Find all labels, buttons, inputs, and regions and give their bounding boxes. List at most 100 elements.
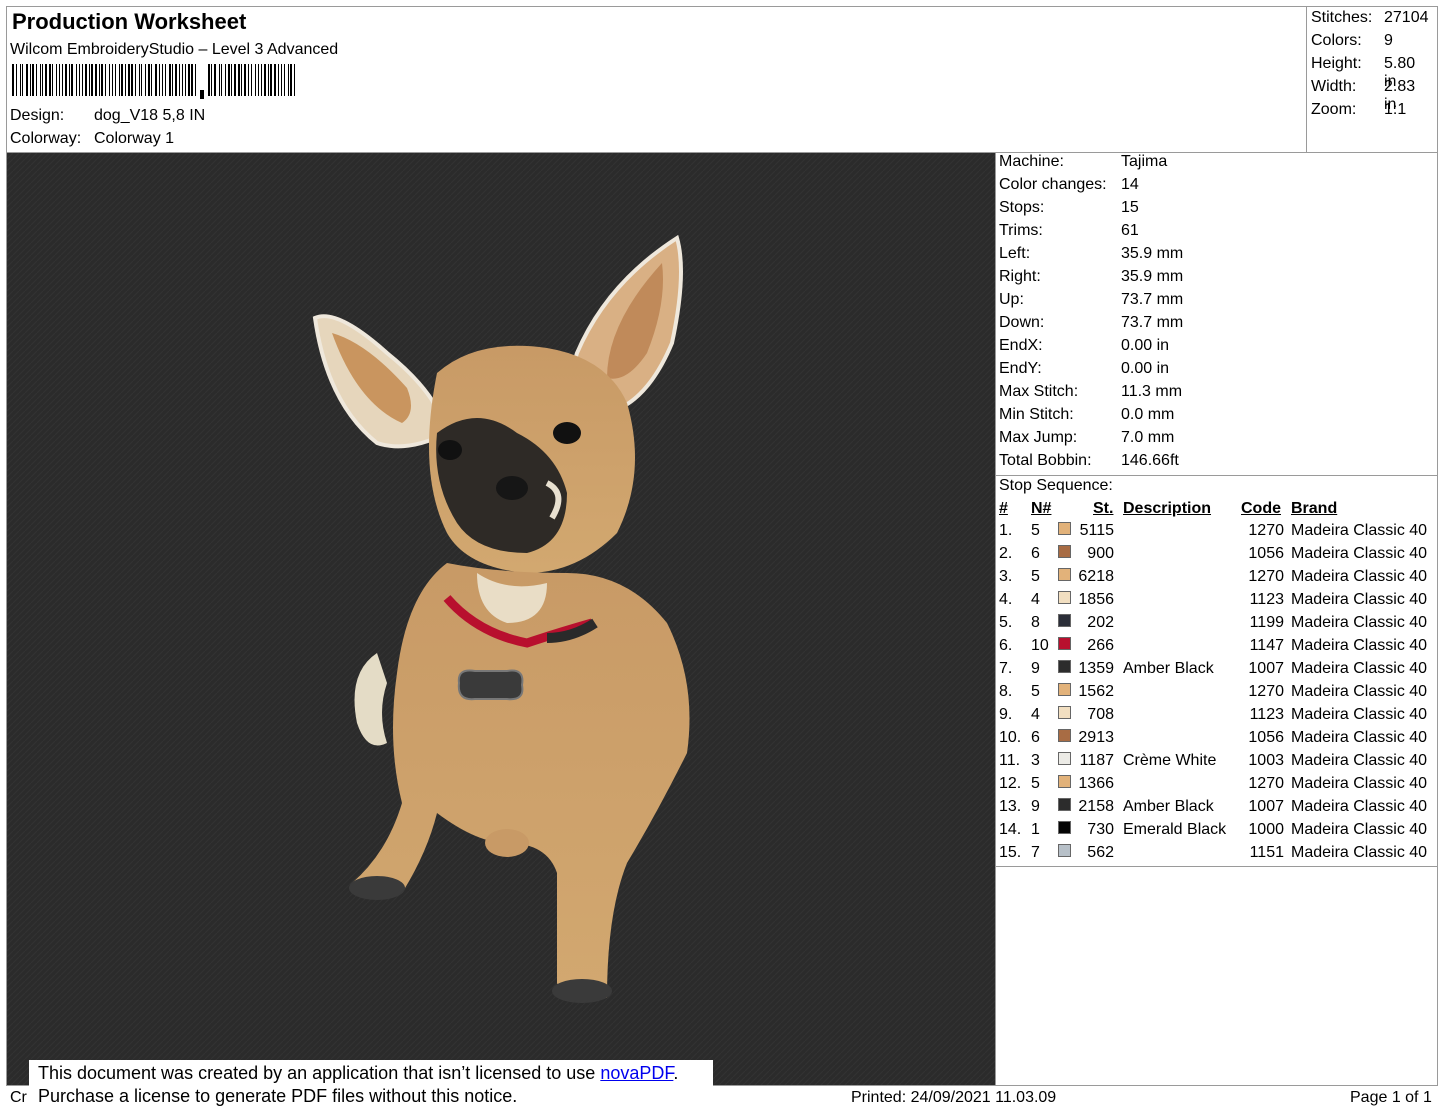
thread-description: Emerald Black (1123, 821, 1227, 838)
stitch-count: 202 (1087, 614, 1114, 631)
needle-number: 6 (1031, 545, 1040, 562)
barcode-bar (162, 64, 163, 96)
barcode-bar (231, 64, 232, 96)
barcode-bar (258, 64, 259, 96)
barcode-bar (82, 64, 83, 96)
barcode-bar (40, 64, 41, 96)
needle-number: 4 (1031, 706, 1040, 723)
stitch-count: 2913 (1078, 729, 1114, 746)
thread-code: 1003 (1248, 752, 1284, 769)
barcode (12, 64, 295, 99)
barcode-bar (145, 64, 146, 96)
thread-brand: Madeira Classic 40 (1291, 637, 1428, 654)
needle-number: 5 (1031, 683, 1040, 700)
barcode-bar (159, 64, 160, 96)
thread-code: 1007 (1248, 660, 1284, 677)
table-row: 11. 3 1187 Crème White 1003 Madeira Classic 4… (999, 752, 1435, 775)
thread-code: 1270 (1248, 568, 1284, 585)
table-row: 12. 5 1366 1270 Madeira Classic 40 (999, 775, 1435, 798)
table-row: 6. 10 266 1147 Madeira Classic 40 (999, 637, 1435, 660)
stitch-count: 730 (1087, 821, 1114, 838)
barcode-bar (251, 64, 252, 96)
table-row: 7. 9 1359 Amber Black 1007 Madeira Classic 40 (999, 660, 1435, 683)
barcode-bar (155, 64, 157, 96)
color-swatch (1058, 545, 1071, 558)
thread-code: 1199 (1249, 614, 1284, 631)
barcode-bar (26, 64, 28, 96)
table-row: 13. 9 2158 Amber Black 1007 Madeira Classic 4… (999, 798, 1435, 821)
thread-code: 1270 (1248, 683, 1284, 700)
needle-number: 3 (1031, 752, 1040, 769)
color-swatch (1058, 568, 1071, 581)
thread-brand: Madeira Classic 40 (1291, 729, 1428, 746)
stitch-count: 266 (1087, 637, 1114, 654)
table-row: 10. 6 2913 1056 Madeira Classic 40 (999, 729, 1435, 752)
barcode-bar (101, 64, 103, 96)
barcode-bar (268, 64, 269, 96)
row-number: 13. (999, 798, 1022, 815)
color-swatch (1058, 683, 1071, 696)
barcode-bar (225, 64, 226, 96)
printed-timestamp: Printed: 24/09/2021 11.03.09 (851, 1089, 1057, 1106)
thread-brand: Madeira Classic 40 (1291, 752, 1428, 769)
barcode-bar (214, 64, 216, 96)
thread-code: 1007 (1248, 798, 1284, 815)
barcode-bar (119, 64, 120, 96)
stitch-count: 5115 (1079, 522, 1114, 539)
barcode-bar (89, 64, 90, 96)
color-swatch (1058, 821, 1071, 834)
barcode-bar (241, 64, 242, 96)
color-swatch (1058, 752, 1071, 765)
color-swatch (1058, 798, 1071, 811)
barcode-bar (165, 64, 166, 96)
thread-brand: Madeira Classic 40 (1291, 660, 1428, 677)
color-swatch (1058, 844, 1071, 857)
barcode-bar (135, 64, 136, 96)
novapdf-link[interactable]: novaPDF (600, 1063, 673, 1083)
barcode-bar (141, 64, 142, 96)
thread-code: 1000 (1248, 821, 1284, 838)
row-number: 9. (999, 706, 1013, 723)
barcode-bar (59, 64, 60, 96)
barcode-bar (121, 64, 123, 96)
table-row: 14. 1 730 Emerald Black 1000 Madeira Classic … (999, 821, 1435, 844)
footer-cr: Cr (10, 1089, 27, 1106)
software-name: Wilcom EmbroideryStudio – Level 3 Advanc… (10, 41, 339, 58)
row-number: 6. (999, 637, 1013, 654)
thread-description: Amber Black (1123, 798, 1214, 815)
barcode-bar (42, 64, 43, 96)
table-row: 4. 4 1856 1123 Madeira Classic 40 (999, 591, 1435, 614)
stitch-count: 1856 (1078, 591, 1114, 608)
barcode-bar (179, 64, 180, 96)
barcode-bar (248, 64, 249, 96)
barcode-bar (115, 64, 116, 96)
barcode-bar (148, 64, 150, 96)
col-header-st: St. (1093, 500, 1114, 517)
needle-number: 9 (1031, 660, 1040, 677)
thread-brand: Madeira Classic 40 (1291, 522, 1428, 539)
row-number: 3. (999, 568, 1013, 585)
page-title: Production Worksheet (12, 9, 247, 34)
thread-code: 1056 (1248, 729, 1284, 746)
barcode-bar (16, 64, 17, 96)
barcode-bar (278, 64, 279, 96)
thread-code: 1123 (1249, 706, 1284, 723)
barcode-bar (191, 64, 193, 96)
table-row: 2. 6 900 1056 Madeira Classic 40 (999, 545, 1435, 568)
stitch-count: 6218 (1078, 568, 1114, 585)
info-sequence-divider (995, 475, 1438, 476)
page-number: Page 1 of 1 (1350, 1089, 1432, 1106)
barcode-bar (261, 64, 262, 96)
barcode-bar (32, 64, 34, 96)
thread-brand: Madeira Classic 40 (1291, 683, 1428, 700)
barcode-bar (45, 64, 47, 96)
barcode-bar (105, 64, 106, 96)
dog-embroidery-image (7, 153, 995, 1085)
barcode-bar (20, 64, 21, 96)
table-row: 15. 7 562 1151 Madeira Classic 40 (999, 844, 1435, 867)
thread-brand: Madeira Classic 40 (1291, 591, 1428, 608)
barcode-bar (12, 64, 14, 96)
thread-brand: Madeira Classic 40 (1291, 568, 1428, 585)
barcode-bar (49, 64, 51, 96)
thread-brand: Madeira Classic 40 (1291, 614, 1428, 631)
